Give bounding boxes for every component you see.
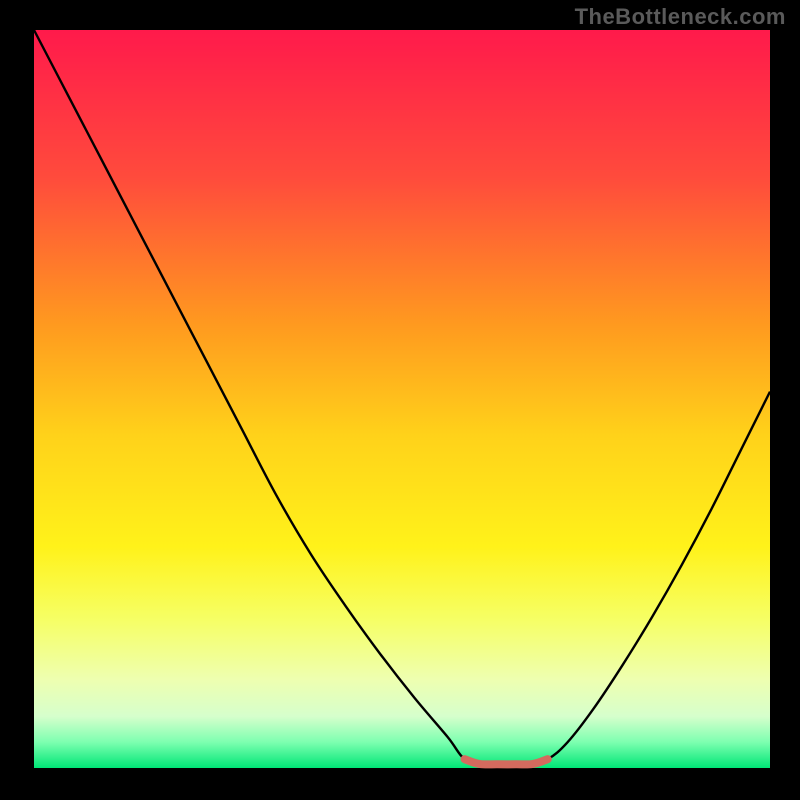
watermark-text: TheBottleneck.com: [575, 4, 786, 30]
chart-canvas: [0, 0, 800, 800]
bottleneck-chart: TheBottleneck.com: [0, 0, 800, 800]
plot-background: [34, 30, 770, 768]
